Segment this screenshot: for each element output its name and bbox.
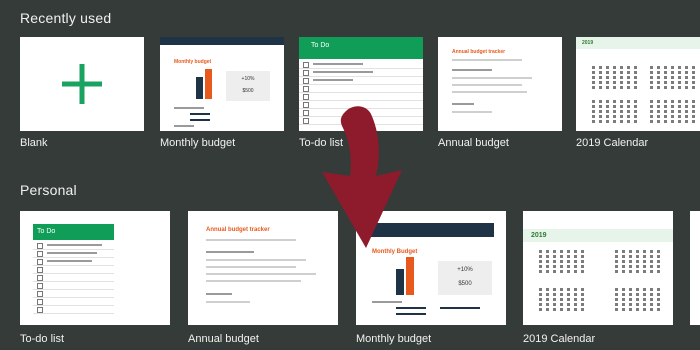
pointer-arrow-icon — [322, 106, 402, 248]
